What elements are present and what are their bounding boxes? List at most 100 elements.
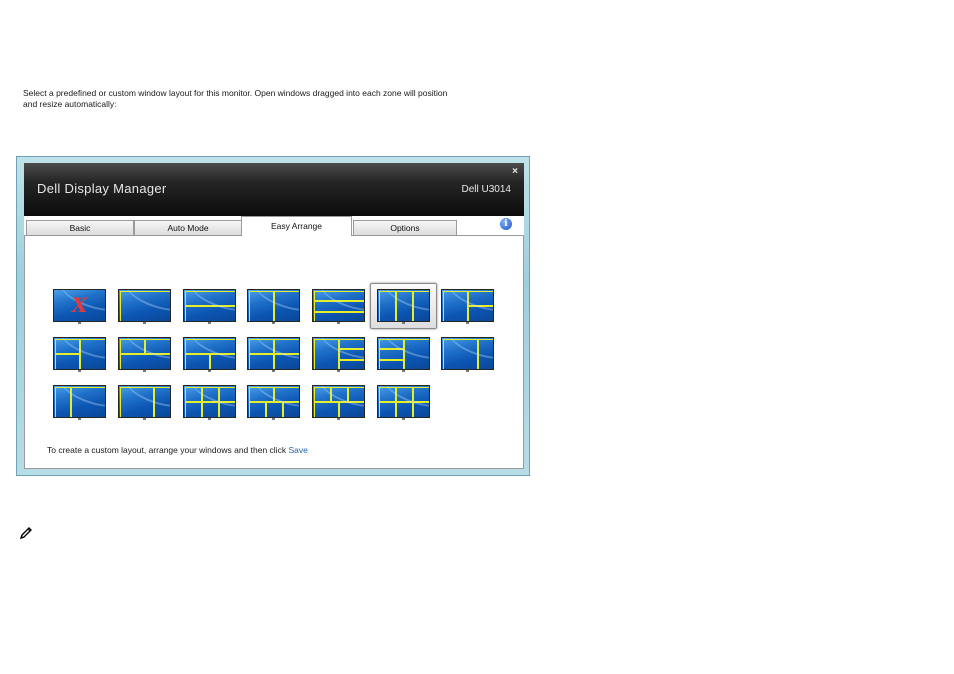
layout-zone xyxy=(120,291,170,321)
layout-zone xyxy=(348,387,364,402)
monitor-preview-icon xyxy=(312,337,365,370)
layout-zone xyxy=(185,354,210,369)
layout-tile[interactable] xyxy=(247,337,300,372)
monitor-preview-icon xyxy=(441,289,494,322)
tab-options[interactable]: Options xyxy=(353,220,457,235)
layout-tile[interactable] xyxy=(183,385,236,420)
monitor-preview-icon xyxy=(118,337,171,370)
layout-zone xyxy=(339,339,364,349)
monitor-preview-icon xyxy=(183,385,236,418)
layout-zone xyxy=(145,339,170,354)
layout-tile[interactable] xyxy=(247,385,300,420)
layout-tile[interactable] xyxy=(312,337,365,372)
layout-tile[interactable] xyxy=(118,385,171,420)
layout-zone xyxy=(404,339,429,369)
layout-zone xyxy=(379,339,404,349)
layout-tile[interactable] xyxy=(377,385,430,420)
layout-tile[interactable] xyxy=(118,337,171,372)
monitor-stand xyxy=(208,322,211,324)
layout-zone xyxy=(120,339,145,354)
layout-zone xyxy=(379,387,396,402)
monitor-stand xyxy=(337,370,340,372)
monitor-name: Dell U3014 xyxy=(461,184,511,195)
layout-zone xyxy=(185,291,235,306)
layout-zone xyxy=(413,291,429,321)
layout-zone xyxy=(314,301,364,312)
layout-tile[interactable] xyxy=(53,337,106,372)
monitor-stand xyxy=(78,322,81,324)
layout-zone xyxy=(396,387,413,402)
layout-tile[interactable] xyxy=(118,289,171,324)
monitor-stand xyxy=(143,418,146,420)
layout-zone xyxy=(379,291,396,321)
monitor-stand xyxy=(402,370,405,372)
layout-zone xyxy=(249,339,274,354)
layout-zone xyxy=(314,339,339,369)
layout-zone xyxy=(443,339,478,369)
monitor-preview-icon xyxy=(118,385,171,418)
monitor-preview-icon xyxy=(183,289,236,322)
monitor-preview-icon xyxy=(441,337,494,370)
layout-description: Select a predefined or custom window lay… xyxy=(23,88,448,109)
layout-zone xyxy=(274,339,299,354)
layout-tile[interactable] xyxy=(312,385,365,420)
custom-layout-hint: To create a custom layout, arrange your … xyxy=(47,445,308,455)
layout-tile[interactable] xyxy=(183,337,236,372)
layout-tile[interactable] xyxy=(441,289,494,324)
monitor-preview-icon xyxy=(247,385,300,418)
layout-zone xyxy=(443,291,468,321)
layout-none[interactable]: X xyxy=(53,289,106,324)
layout-zone xyxy=(55,339,80,354)
layout-zone xyxy=(314,402,339,417)
monitor-stand xyxy=(272,418,275,420)
layout-zone xyxy=(185,306,235,321)
monitor-preview-icon xyxy=(312,289,365,322)
monitor-preview-icon xyxy=(377,337,430,370)
layout-tile[interactable] xyxy=(377,337,430,372)
monitor-preview-icon xyxy=(183,337,236,370)
monitor-stand xyxy=(143,322,146,324)
layout-zone xyxy=(55,387,71,417)
layout-zone xyxy=(379,402,396,417)
layout-zone xyxy=(202,402,219,417)
layout-zone xyxy=(71,387,105,417)
layout-tile[interactable] xyxy=(183,289,236,324)
layout-zone xyxy=(219,402,235,417)
layout-tile[interactable] xyxy=(312,289,365,324)
info-icon[interactable]: i xyxy=(500,218,512,230)
monitor-stand xyxy=(337,418,340,420)
layout-zone xyxy=(120,354,170,369)
monitor-preview-icon xyxy=(53,385,106,418)
layout-zone xyxy=(202,387,219,402)
layout-zone xyxy=(339,360,364,369)
monitor-stand xyxy=(143,370,146,372)
layout-tile[interactable] xyxy=(247,289,300,324)
layout-zone xyxy=(413,387,429,402)
layout-zone xyxy=(274,291,299,321)
layout-zone xyxy=(154,387,170,417)
tab-auto-mode[interactable]: Auto Mode xyxy=(134,220,242,235)
monitor-stand xyxy=(208,418,211,420)
monitor-stand xyxy=(78,370,81,372)
layout-zone xyxy=(249,354,274,369)
layout-zone xyxy=(274,354,299,369)
close-icon[interactable]: × xyxy=(512,166,518,177)
layout-zone xyxy=(478,339,493,369)
monitor-preview-icon xyxy=(247,289,300,322)
layout-zone xyxy=(314,291,364,301)
layout-zone xyxy=(468,306,493,321)
note-pencil-icon xyxy=(19,527,32,540)
tab-basic[interactable]: Basic xyxy=(26,220,134,235)
custom-layout-text: To create a custom layout, arrange your … xyxy=(47,445,289,455)
layout-zone xyxy=(314,387,331,402)
monitor-stand xyxy=(272,370,275,372)
layout-tile[interactable] xyxy=(441,337,494,372)
monitor-preview-icon xyxy=(312,385,365,418)
layout-tile[interactable] xyxy=(53,385,106,420)
layout-zone xyxy=(339,349,364,360)
layout-zone xyxy=(185,339,235,354)
save-link[interactable]: Save xyxy=(288,445,307,455)
layout-zone xyxy=(219,387,235,402)
layout-zone xyxy=(339,402,364,417)
tab-easy-arrange[interactable]: Easy Arrange xyxy=(241,216,352,236)
